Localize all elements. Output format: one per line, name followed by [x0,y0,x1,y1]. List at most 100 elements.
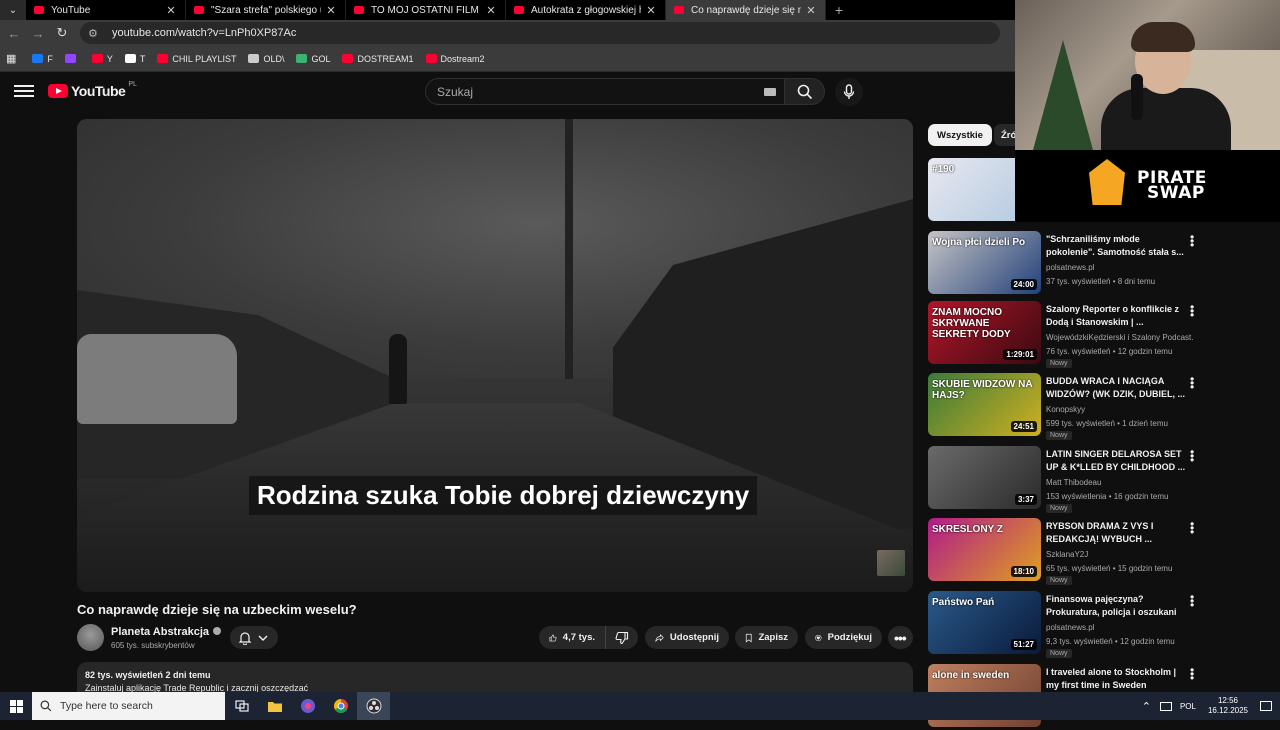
video-duration: 1:29:01 [1003,349,1037,360]
recommendation-channel[interactable]: Konopskyy [1046,405,1085,414]
channel-name[interactable]: Planeta Abstrakcja [111,626,222,638]
keyboard-icon[interactable] [764,88,776,96]
network-icon[interactable] [1159,701,1172,711]
browser-tab[interactable]: Autokrata z głogowskiej huty w ✕ [506,0,666,20]
url-text: youtube.com/watch?v=LnPh0XP87Ac [112,27,297,39]
close-tab-icon[interactable]: ✕ [805,4,817,17]
app-button-1[interactable] [291,692,324,720]
address-bar[interactable]: ⚙ youtube.com/watch?v=LnPh0XP87Ac [80,22,1000,44]
recommendation-thumbnail[interactable]: SKUBIE WIDZÓW NA HAJS? 24:51 [928,373,1041,436]
bookmark-item[interactable]: DOSTREAM1 [342,54,414,64]
save-label: Zapisz [758,632,788,643]
bookmark-item[interactable]: GOL [296,54,330,64]
reload-button[interactable]: ↻ [50,21,74,45]
more-vertical-icon[interactable]: • • • [1190,373,1198,393]
clock-date: 16.12.2025 [1207,706,1248,715]
site-settings-icon[interactable]: ⚙ [88,27,102,40]
browser-tab[interactable]: YouTube ✕ [26,0,186,20]
recommendation-item[interactable]: 3:37 LATIN SINGER DELAROSA SET UP & K*LLE… [928,446,1218,513]
recommendation-channel[interactable]: polsatnews.pl [1046,623,1094,632]
bookmark-item[interactable]: Dostream2 [425,54,485,64]
tray-chevron-icon[interactable]: ⌃ [1142,700,1151,713]
close-tab-icon[interactable]: ✕ [325,4,337,17]
bookmark-item[interactable]: CHIL PLAYLIST [157,54,236,64]
country-code: PL [128,80,137,88]
recommendation-item[interactable]: SKUBIE WIDZÓW NA HAJS? 24:51 BUDDA WRACA I… [928,373,1218,440]
recommendation-channel[interactable]: WojewódzkiKędzierski i Szalony Podcast. [1046,333,1193,342]
thanks-button[interactable]: Podziękuj [805,626,882,649]
bookmark-item[interactable]: Y [91,54,113,64]
more-vertical-icon[interactable]: • • • [1190,301,1198,321]
recommendation-title[interactable]: RYBSON DRAMA Z VYS I REDAKCJĄ! WYBUCH ..… [1046,520,1186,546]
bookmark-item[interactable]: T [124,54,145,64]
notifications-bell-button[interactable] [230,626,278,649]
thumbs-up-icon [549,634,557,641]
more-vertical-icon[interactable]: • • • [1190,231,1198,251]
new-tab-button[interactable]: + [826,0,852,20]
share-button[interactable]: Udostępnij [645,626,729,649]
recommendation-item[interactable]: Wojna płci dzieli Po 24:00 "Schrzaniliśmy … [928,231,1218,297]
more-vertical-icon[interactable]: • • • [1190,446,1198,466]
browser-tab[interactable]: "Szara strefa" polskiego ubóstw ✕ [186,0,346,20]
language-indicator[interactable]: POL [1180,702,1196,711]
bookmark-favicon-icon [157,54,169,63]
recommendation-title[interactable]: Finansowa pajęczyna? Prokuratura, policj… [1046,593,1186,620]
file-explorer-button[interactable] [258,692,291,720]
more-vertical-icon[interactable]: • • • [1190,591,1198,611]
task-view-button[interactable] [225,692,258,720]
save-button[interactable]: Zapisz [735,626,798,649]
bookmark-item[interactable]: OLD\ [248,54,284,64]
recommendation-title[interactable]: "Schrzaniliśmy młode pokolenie". Samotno… [1046,233,1186,259]
obs-button[interactable] [357,692,390,720]
search-input[interactable]: Szukaj [425,78,785,105]
recommendation-channel[interactable]: polsatnews.pl [1046,263,1094,272]
apps-grid-icon[interactable]: ▦ [6,52,16,65]
chip-all[interactable]: Wszystkie [928,124,992,146]
clock[interactable]: 12:56 16.12.2025 [1208,696,1248,716]
recommendation-title[interactable]: BUDDA WRACA I NACIĄGA WIDZÓW? (WK DZIK, … [1046,375,1186,401]
thanks-label: Podziękuj [827,632,872,643]
recommendation-thumbnail[interactable]: ZNAM MOCNO SKRYWANE SEKRETY DODY 1:29:01 [928,301,1041,364]
channel-watermark[interactable] [877,550,905,576]
close-tab-icon[interactable]: ✕ [645,4,657,17]
recommendation-item[interactable]: SKREŚLONY Z 18:10 RYBSON DRAMA Z VYS I RED… [928,518,1218,585]
tab-title: Autokrata z głogowskiej huty w [531,4,641,16]
recommendation-thumbnail[interactable]: Państwo Pań 51:27 [928,591,1041,654]
voice-search-button[interactable] [835,78,863,106]
close-tab-icon[interactable]: ✕ [485,4,497,17]
like-button[interactable]: 4,7 tys. [539,626,605,649]
forward-button[interactable]: → [26,21,50,45]
recommendation-channel[interactable]: Matt Thibodeau [1046,478,1101,487]
tab-search-menu-button[interactable]: ⌄ [0,0,26,20]
more-vertical-icon[interactable]: • • • [1190,664,1198,684]
notifications-icon[interactable] [1260,701,1272,711]
recommendation-item[interactable]: ZNAM MOCNO SKRYWANE SEKRETY DODY 1:29:01 S… [928,301,1218,368]
video-player[interactable]: Rodzina szuka Tobie dobrej dziewczyny [77,119,913,592]
search-button[interactable] [785,78,825,105]
more-actions-button[interactable]: ••• [888,626,913,649]
close-tab-icon[interactable]: ✕ [165,4,177,17]
recommendation-title[interactable]: I traveled alone to Stockholm | my first… [1046,666,1186,692]
taskbar-search-input[interactable]: Type here to search [32,692,225,720]
dislike-button[interactable] [605,626,638,649]
menu-hamburger-icon[interactable] [14,82,34,102]
bookmark-item[interactable]: F [32,54,53,64]
channel-avatar[interactable] [77,624,104,651]
bookmark-item[interactable] [64,54,80,63]
youtube-logo[interactable]: YouTube PL [48,80,137,99]
browser-tab[interactable]: TO MÓJ OSTATNI FILM O FAZIE ✕ [346,0,506,20]
start-button[interactable] [0,692,32,720]
tab-title: Co naprawdę dzieje się na uzbe [691,4,801,16]
chrome-button[interactable] [324,692,357,720]
back-button[interactable]: ← [2,21,26,45]
recommendation-thumbnail[interactable]: Wojna płci dzieli Po 24:00 [928,231,1041,294]
more-vertical-icon[interactable]: • • • [1190,518,1198,538]
browser-tab[interactable]: Co naprawdę dzieje się na uzbe ✕ [666,0,826,20]
recommendation-channel[interactable]: SzklanaY2J [1046,550,1088,559]
recommendation-thumbnail[interactable]: 3:37 [928,446,1041,509]
video-duration: 18:10 [1010,566,1037,577]
recommendation-title[interactable]: LATIN SINGER DELAROSA SET UP & K*LLED BY… [1046,448,1186,474]
recommendation-item[interactable]: Państwo Pań 51:27 Finansowa pajęczyna? Pro… [928,591,1218,658]
recommendation-title[interactable]: Szalony Reporter o konflikcie z Dodą i S… [1046,303,1186,329]
recommendation-thumbnail[interactable]: SKREŚLONY Z 18:10 [928,518,1041,581]
